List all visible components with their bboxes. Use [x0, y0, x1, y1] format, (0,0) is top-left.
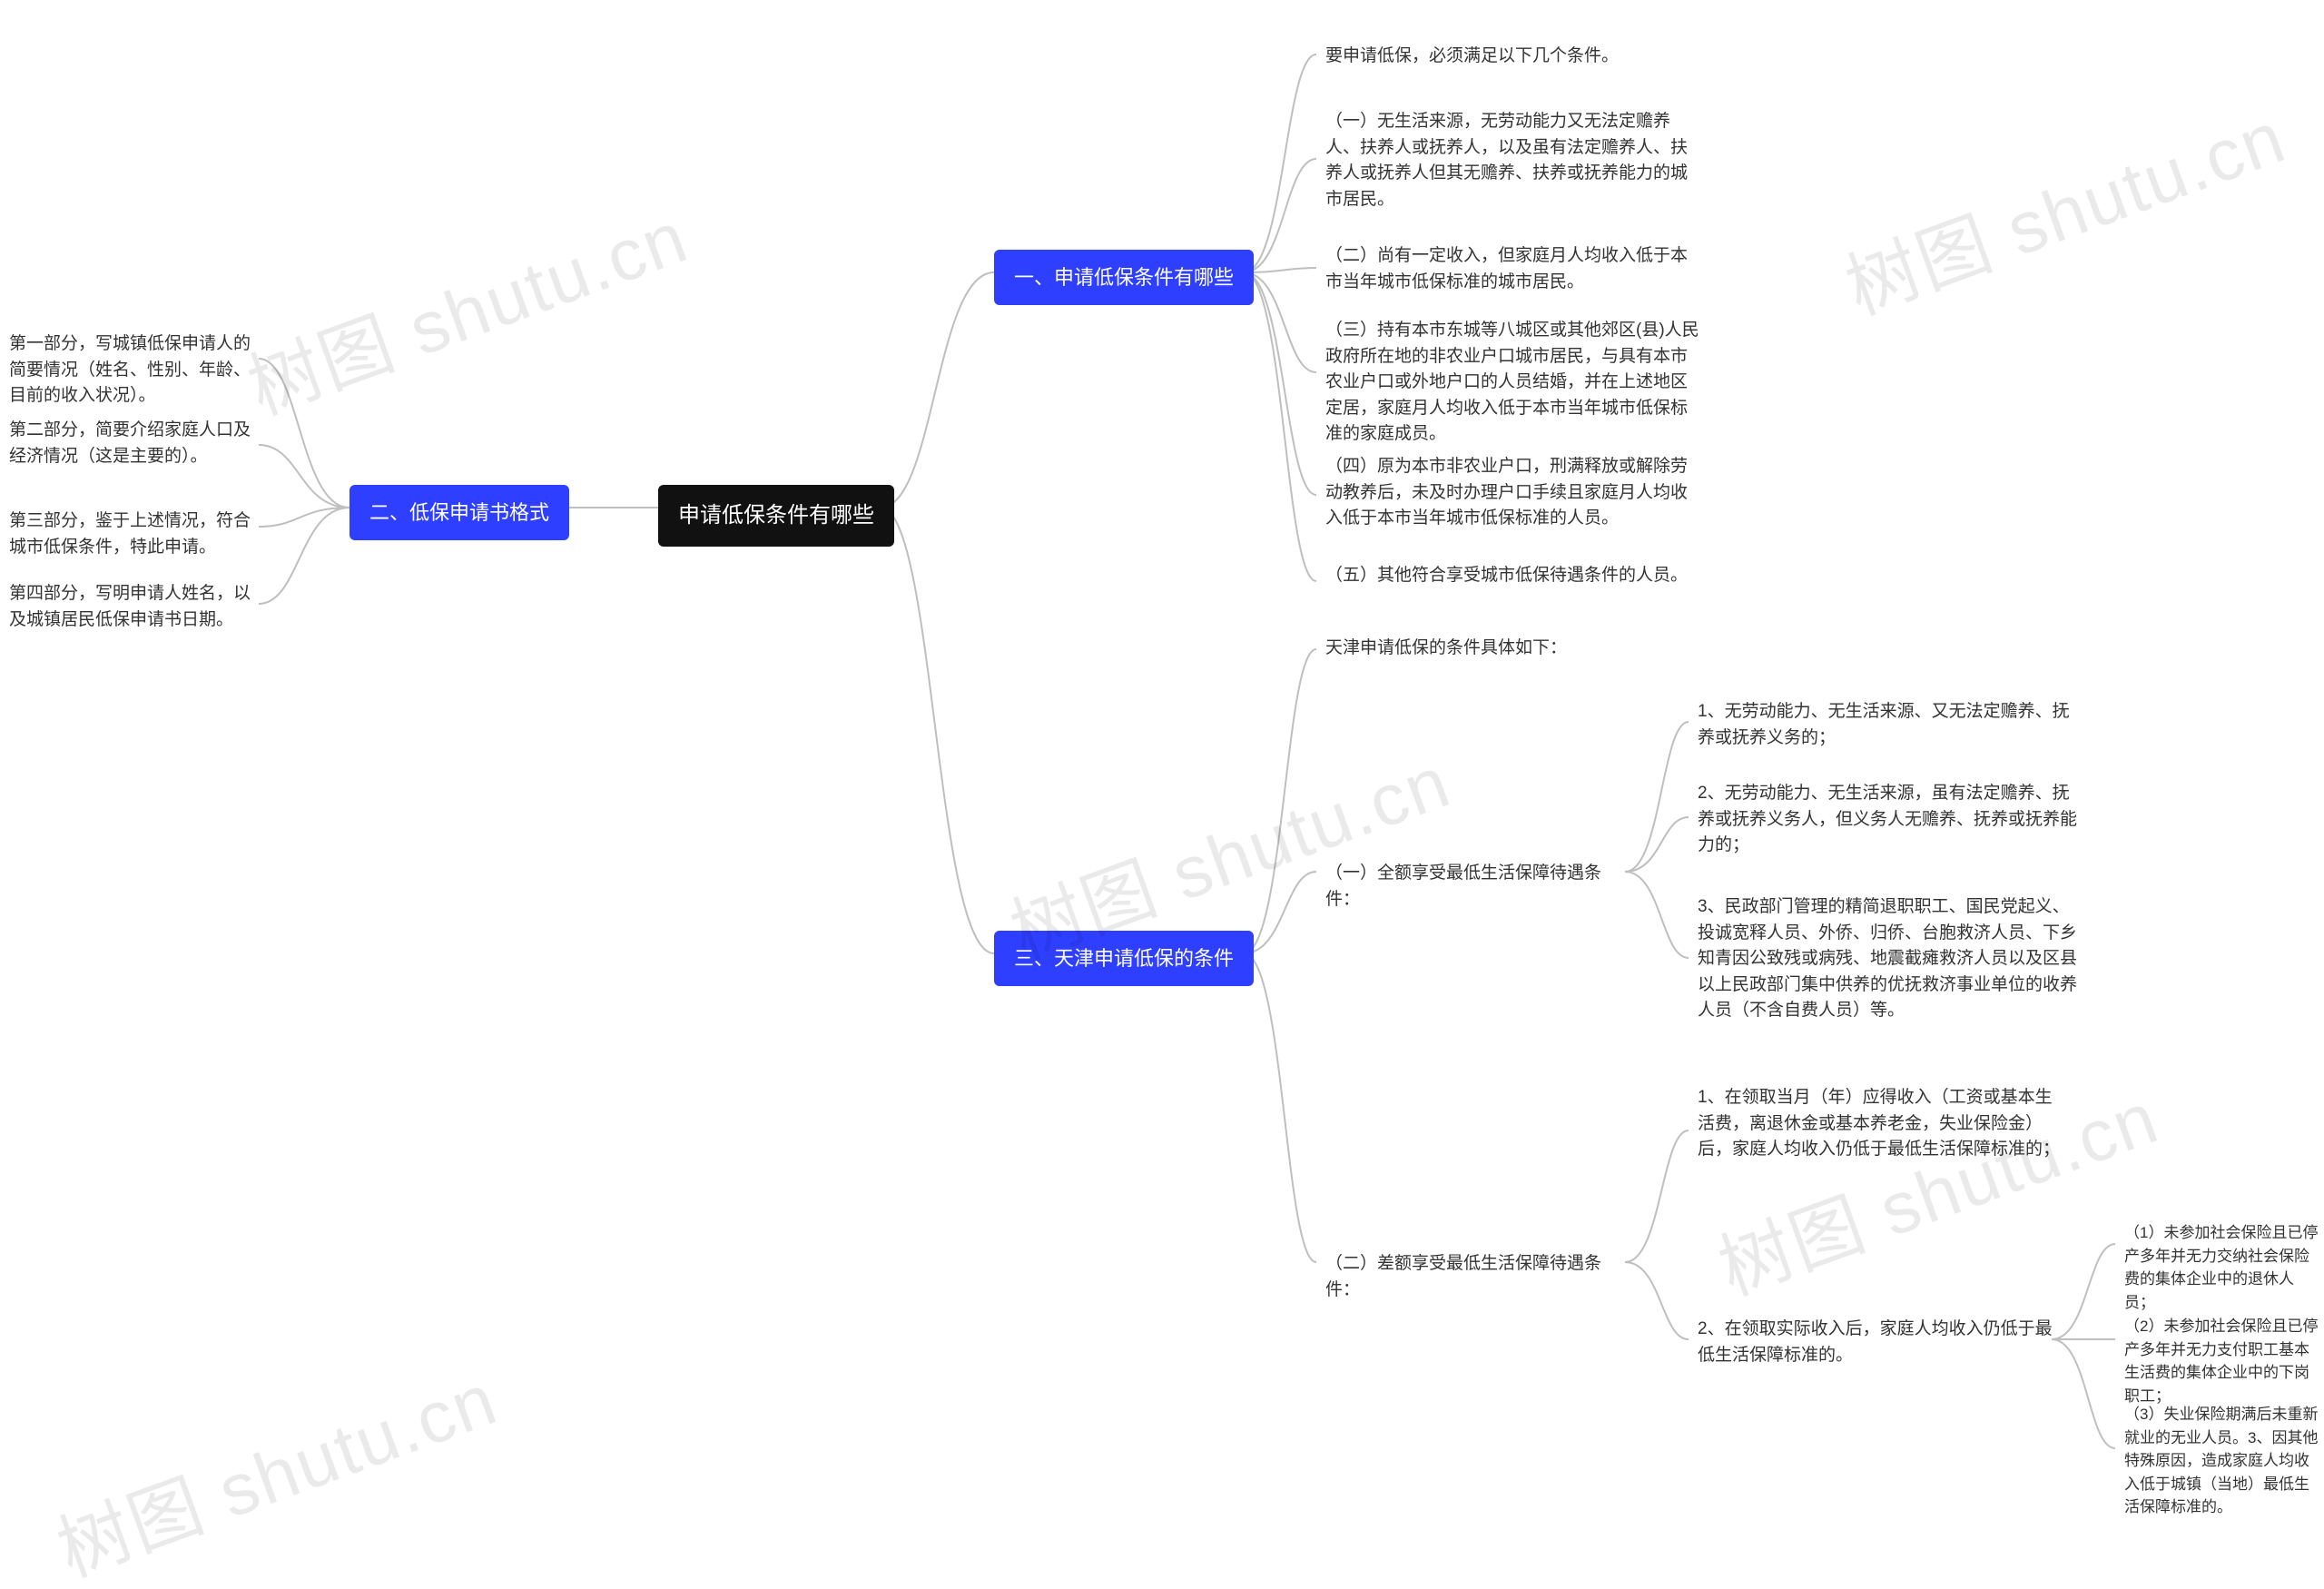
branch-1-item: （四）原为本市非农业户口，刑满释放或解除劳动教养后，未及时办理户口手续且家庭月人…: [1325, 454, 1702, 532]
branch-1-item: （五）其他符合享受城市低保待遇条件的人员。: [1325, 563, 1688, 589]
branch-1-item: （一）无生活来源，无劳动能力又无法定赡养人、扶养人或抚养人，以及虽有法定赡养人、…: [1325, 109, 1702, 212]
branch-1-item: （二）尚有一定收入，但家庭月人均收入低于本市当年城市低保标准的城市居民。: [1325, 243, 1702, 295]
branch-3-sub1: （一）全额享受最低生活保障待遇条件：: [1325, 861, 1634, 913]
branch-2-item: 第二部分，简要介绍家庭人口及经济情况（这是主要的）。: [9, 418, 263, 469]
branch-3-sub2: （二）差额享受最低生活保障待遇条件：: [1325, 1251, 1634, 1303]
branch-2-item: 第四部分，写明申请人姓名，以及城镇居民低保申请书日期。: [9, 581, 263, 633]
branch-1-item: （三）持有本市东城等八城区或其他郊区(县)人民政府所在地的非农业户口城市居民，与…: [1325, 318, 1702, 448]
branch-3-sub1-item: 3、民政部门管理的精简退职职工、国民党起义、投诚宽释人员、外侨、归侨、台胞救济人…: [1698, 894, 2079, 1024]
branch-2-item: 第三部分，鉴于上述情况，符合城市低保条件，特此申请。: [9, 508, 263, 560]
branch-3-sub2-subsub: （2）未参加社会保险且已停产多年并无力支付职工基本生活费的集体企业中的下岗职工；: [2124, 1315, 2319, 1407]
watermark: 树图 shutu.cn: [231, 179, 700, 435]
branch-1-item: 要申请低保，必须满足以下几个条件。: [1325, 44, 1619, 70]
branch-3-sub2-subsub: （1）未参加社会保险且已停产多年并无力交纳社会保险费的集体企业中的退休人员；: [2124, 1221, 2319, 1314]
watermark: 树图 shutu.cn: [41, 1341, 509, 1589]
watermark: 树图 shutu.cn: [1829, 79, 2298, 335]
branch-3-sub1-item: 1、无劳动能力、无生活来源、又无法定赡养、抚养或抚养义务的；: [1698, 699, 2079, 751]
branch-2-item: 第一部分，写城镇低保申请人的简要情况（姓名、性别、年龄、目前的收入状况）。: [9, 331, 263, 410]
branch-1[interactable]: 一、申请低保条件有哪些: [994, 250, 1254, 305]
branch-3-sub2-item: 2、在领取实际收入后，家庭人均收入仍低于最低生活保障标准的。: [1698, 1317, 2061, 1368]
branch-3-intro: 天津申请低保的条件具体如下：: [1325, 636, 1567, 662]
branch-3-sub2-item: 1、在领取当月（年）应得收入（工资或基本生活费，离退休金或基本养老金，失业保险金…: [1698, 1085, 2061, 1163]
root-node[interactable]: 申请低保条件有哪些: [658, 485, 894, 547]
branch-2[interactable]: 二、低保申请书格式: [350, 485, 569, 540]
branch-3-sub1-item: 2、无劳动能力、无生活来源，虽有法定赡养、抚养或抚养义务人，但义务人无赡养、抚养…: [1698, 781, 2079, 859]
branch-3[interactable]: 三、天津申请低保的条件: [994, 931, 1254, 986]
branch-3-sub2-subsub: （3）失业保险期满后未重新就业的无业人员。3、因其他特殊原因，造成家庭人均收入低…: [2124, 1403, 2319, 1519]
